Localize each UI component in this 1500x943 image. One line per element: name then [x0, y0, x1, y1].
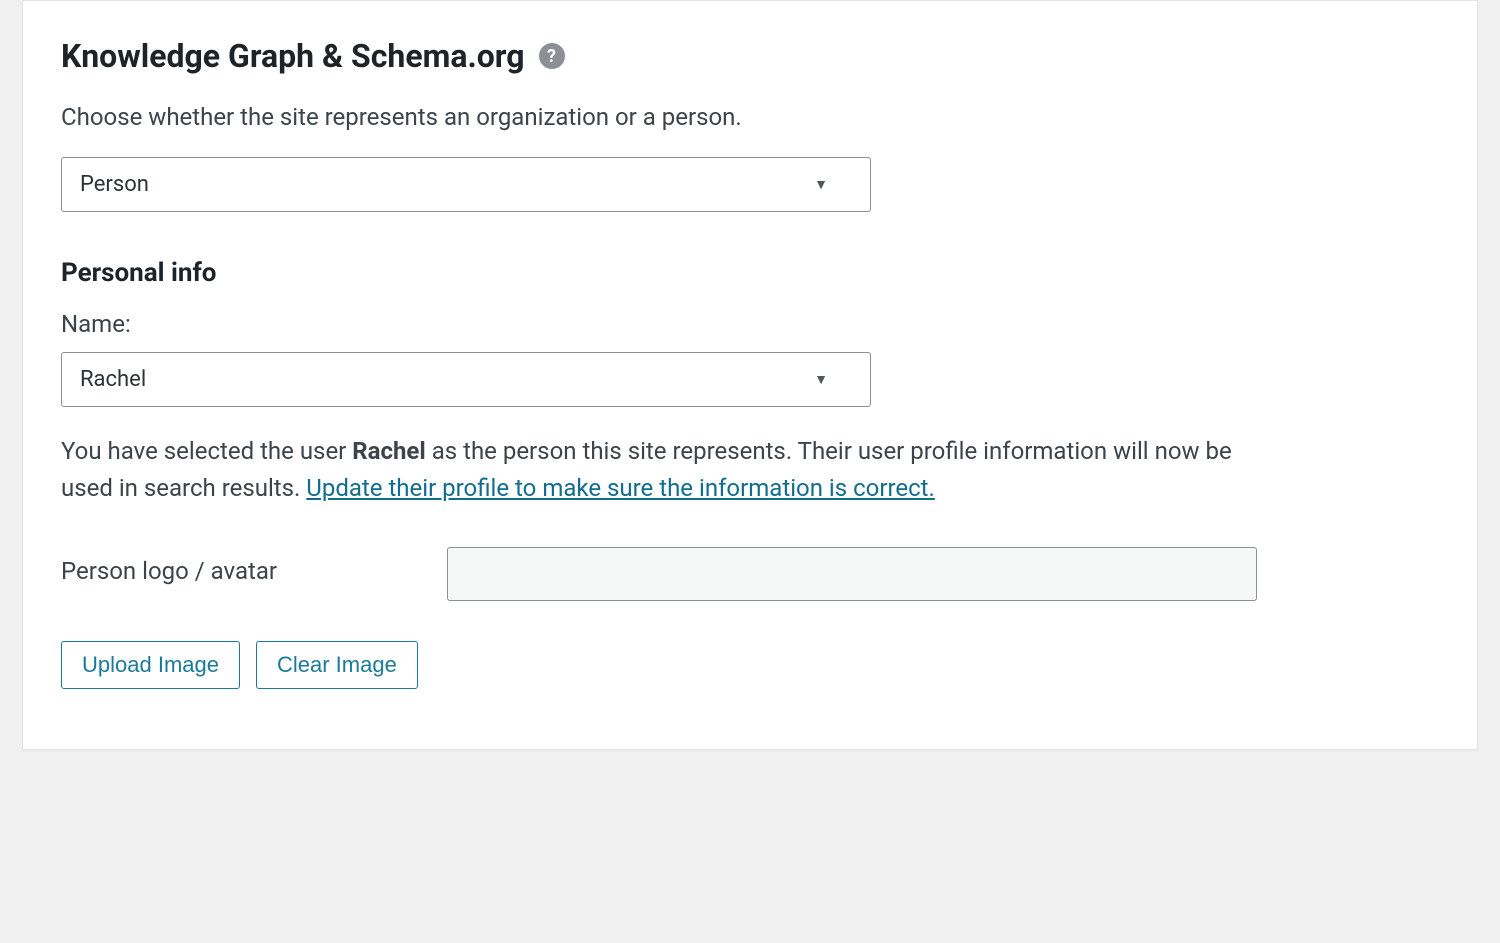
button-row: Upload Image Clear Image [61, 641, 1439, 689]
entity-type-select-wrap: Person ▼ [61, 157, 871, 212]
entity-type-select[interactable]: Person ▼ [61, 157, 871, 212]
section-description: Choose whether the site represents an or… [61, 103, 1439, 131]
note-user: Rachel [352, 437, 425, 465]
profile-note: You have selected the user Rachel as the… [61, 433, 1241, 507]
upload-image-button[interactable]: Upload Image [61, 641, 240, 689]
clear-image-button[interactable]: Clear Image [256, 641, 418, 689]
section-header: Knowledge Graph & Schema.org ? [61, 37, 1439, 75]
knowledge-graph-panel: Knowledge Graph & Schema.org ? Choose wh… [22, 0, 1478, 750]
name-value: Rachel [80, 367, 146, 392]
chevron-down-icon: ▼ [814, 176, 828, 193]
avatar-row: Person logo / avatar [61, 547, 1439, 601]
help-icon[interactable]: ? [539, 43, 565, 69]
name-label: Name: [61, 310, 1439, 338]
update-profile-link[interactable]: Update their profile to make sure the in… [306, 474, 935, 502]
name-select[interactable]: Rachel ▼ [61, 352, 871, 407]
avatar-label: Person logo / avatar [61, 547, 277, 585]
entity-type-value: Person [80, 172, 149, 197]
note-text: You have selected the user [61, 437, 352, 465]
avatar-input[interactable] [447, 547, 1257, 601]
name-select-wrap: Rachel ▼ [61, 352, 871, 407]
chevron-down-icon: ▼ [814, 371, 828, 388]
personal-info-heading: Personal info [61, 258, 1439, 288]
section-title: Knowledge Graph & Schema.org [61, 37, 525, 75]
